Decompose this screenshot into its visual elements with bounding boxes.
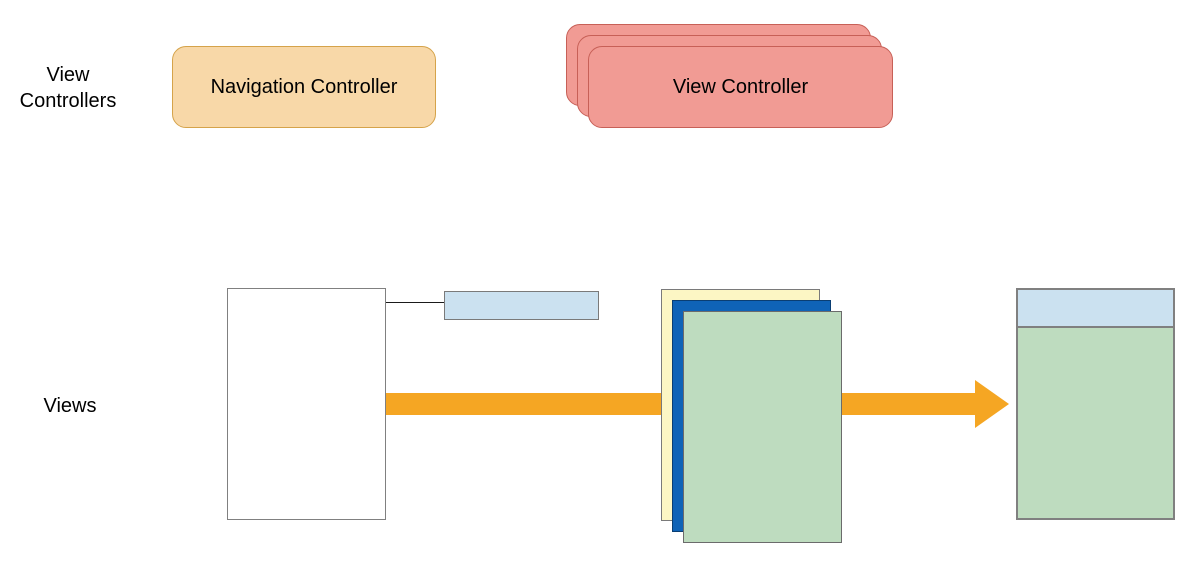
connector-line xyxy=(386,302,444,303)
composed-view-content xyxy=(1017,327,1174,519)
diagram-canvas: View Controllers Views Navigation Contro… xyxy=(0,0,1187,571)
navigation-controller-label: Navigation Controller xyxy=(211,76,398,99)
stacked-view-green xyxy=(683,311,842,543)
navbar-view-small xyxy=(444,291,599,320)
view-controller-box-front: View Controller xyxy=(588,46,893,128)
view-controller-label: View Controller xyxy=(673,76,808,99)
navigation-controller-box: Navigation Controller xyxy=(172,46,436,128)
row-label-views: Views xyxy=(30,393,110,419)
arrow-head-icon xyxy=(975,380,1009,428)
composed-view-navbar xyxy=(1017,289,1174,327)
container-view xyxy=(227,288,386,520)
row-label-view-controllers: View Controllers xyxy=(8,62,128,114)
